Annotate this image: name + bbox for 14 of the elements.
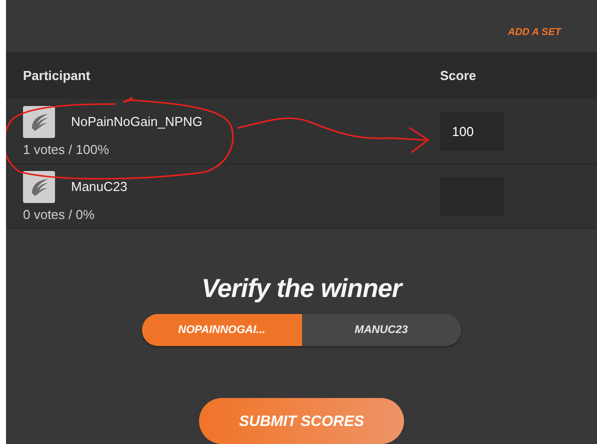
vote-count: 0 votes / 0%: [23, 206, 96, 222]
verify-title: Verify the winner: [201, 273, 402, 304]
avatar-icon: [23, 106, 55, 138]
submit-button[interactable]: SUBMIT SCORES: [199, 398, 404, 444]
column-header: Score: [440, 68, 478, 84]
winner-option[interactable]: MANUC23: [302, 314, 461, 346]
vote-count: 1 votes / 100%: [23, 142, 110, 157]
participant-name: NoPainNoGain_NPNG: [71, 114, 203, 130]
score-field[interactable]: 100: [440, 112, 504, 151]
add-set-link[interactable]: ADD A SET: [508, 27, 561, 38]
winner-option[interactable]: NOPAINNOGAI...: [142, 314, 302, 346]
participant-name: ManuC23: [71, 179, 128, 194]
avatar-icon: [23, 170, 55, 202]
column-header: Participant: [23, 68, 92, 84]
